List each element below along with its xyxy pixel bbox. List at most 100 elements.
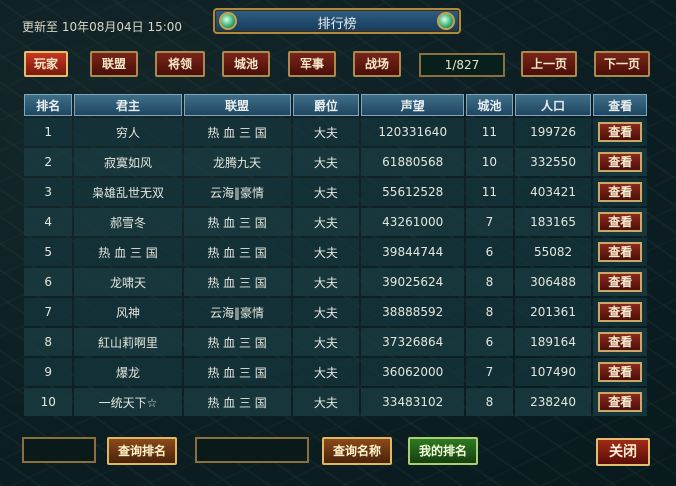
- column-header: 爵位: [292, 94, 360, 116]
- title-cell: 大夫: [292, 208, 360, 236]
- population-cell: 403421: [514, 178, 592, 206]
- column-header: 查看: [593, 94, 647, 116]
- title-cell: 大夫: [292, 268, 360, 296]
- population-cell: 183165: [514, 208, 592, 236]
- my-rank-button[interactable]: 我的排名: [408, 437, 478, 465]
- cities-cell: 8: [466, 268, 513, 296]
- prestige-cell: 38888592: [361, 298, 465, 326]
- population-cell: 238240: [514, 388, 592, 416]
- lord-cell: 紅山莉啊里: [74, 328, 182, 356]
- view-button[interactable]: 查看: [598, 122, 643, 142]
- title-cell: 大夫: [292, 118, 360, 146]
- view-button[interactable]: 查看: [598, 212, 643, 232]
- table-header-row: 排名 君主 联盟 爵位 声望 城池 人口 查看: [24, 94, 647, 116]
- alliance-cell: 热 血 三 国: [183, 208, 291, 236]
- view-cell: 查看: [593, 148, 647, 176]
- rank-cell: 5: [24, 238, 73, 266]
- prestige-cell: 37326864: [361, 328, 465, 356]
- view-button[interactable]: 查看: [598, 182, 643, 202]
- view-cell: 查看: [593, 358, 647, 386]
- view-button[interactable]: 查看: [598, 362, 643, 382]
- prestige-cell: 120331640: [361, 118, 465, 146]
- title-cell: 大夫: [292, 298, 360, 326]
- tab-battlefield[interactable]: 战场: [353, 51, 401, 77]
- view-button[interactable]: 查看: [598, 302, 643, 322]
- prestige-cell: 33483102: [361, 388, 465, 416]
- view-button[interactable]: 查看: [598, 152, 643, 172]
- rank-cell: 2: [24, 148, 73, 176]
- title-cell: 大夫: [292, 328, 360, 356]
- title-bar: 排行榜: [213, 8, 461, 34]
- population-cell: 55082: [514, 238, 592, 266]
- population-cell: 199726: [514, 118, 592, 146]
- update-timestamp: 更新至 10年08月04日 15:00: [22, 20, 183, 34]
- rank-query-input[interactable]: [22, 437, 96, 463]
- population-cell: 306488: [514, 268, 592, 296]
- table-row: 4 郝雪冬 热 血 三 国 大夫 43261000 7 183165 查看: [24, 208, 647, 236]
- next-page-button[interactable]: 下一页: [594, 51, 650, 77]
- page-title: 排行榜: [317, 17, 357, 32]
- table-row: 1 穷人 热 血 三 国 大夫 120331640 11 199726 查看: [24, 118, 647, 146]
- column-header: 君主: [74, 94, 182, 116]
- rank-cell: 3: [24, 178, 73, 206]
- prestige-cell: 39844744: [361, 238, 465, 266]
- prev-page-button[interactable]: 上一页: [521, 51, 577, 77]
- alliance-cell: 热 血 三 国: [183, 268, 291, 296]
- view-button[interactable]: 查看: [598, 272, 643, 292]
- close-button[interactable]: 关闭: [596, 438, 650, 466]
- tab-alliance[interactable]: 联盟: [90, 51, 138, 77]
- name-query-input[interactable]: [195, 437, 309, 463]
- tab-general[interactable]: 将领: [155, 51, 205, 77]
- view-button[interactable]: 查看: [598, 332, 643, 352]
- lord-cell: 爆龙: [74, 358, 182, 386]
- view-cell: 查看: [593, 118, 647, 146]
- page-indicator: 1/827: [419, 53, 505, 77]
- column-header: 城池: [466, 94, 513, 116]
- view-button[interactable]: 查看: [598, 242, 643, 262]
- column-header: 排名: [24, 94, 73, 116]
- lord-cell: 寂寞如风: [74, 148, 182, 176]
- view-cell: 查看: [593, 328, 647, 356]
- query-rank-button[interactable]: 查询排名: [107, 437, 177, 465]
- jade-ornament-icon: [437, 12, 455, 30]
- alliance-cell: 云海‖豪情: [183, 298, 291, 326]
- population-cell: 201361: [514, 298, 592, 326]
- view-cell: 查看: [593, 178, 647, 206]
- lord-cell: 枭雄乱世无双: [74, 178, 182, 206]
- alliance-cell: 热 血 三 国: [183, 118, 291, 146]
- population-cell: 332550: [514, 148, 592, 176]
- lord-cell: 穷人: [74, 118, 182, 146]
- query-name-button[interactable]: 查询名称: [322, 437, 392, 465]
- view-cell: 查看: [593, 388, 647, 416]
- view-button[interactable]: 查看: [598, 392, 643, 412]
- tab-player[interactable]: 玩家: [24, 51, 68, 77]
- title-cell: 大夫: [292, 238, 360, 266]
- cities-cell: 7: [466, 208, 513, 236]
- cities-cell: 8: [466, 298, 513, 326]
- view-cell: 查看: [593, 298, 647, 326]
- prestige-cell: 36062000: [361, 358, 465, 386]
- cities-cell: 11: [466, 118, 513, 146]
- cities-cell: 10: [466, 148, 513, 176]
- view-cell: 查看: [593, 208, 647, 236]
- column-header: 声望: [361, 94, 465, 116]
- table-row: 6 龙啸天 热 血 三 国 大夫 39025624 8 306488 查看: [24, 268, 647, 296]
- cities-cell: 8: [466, 388, 513, 416]
- view-cell: 查看: [593, 238, 647, 266]
- rank-cell: 6: [24, 268, 73, 296]
- view-cell: 查看: [593, 268, 647, 296]
- rank-cell: 7: [24, 298, 73, 326]
- tab-military[interactable]: 军事: [288, 51, 336, 77]
- rank-cell: 8: [24, 328, 73, 356]
- table-row: 8 紅山莉啊里 热 血 三 国 大夫 37326864 6 189164 查看: [24, 328, 647, 356]
- title-cell: 大夫: [292, 358, 360, 386]
- tab-city[interactable]: 城池: [222, 51, 270, 77]
- table-row: 7 风神 云海‖豪情 大夫 38888592 8 201361 查看: [24, 298, 647, 326]
- lord-cell: 一统天下☆: [74, 388, 182, 416]
- population-cell: 107490: [514, 358, 592, 386]
- alliance-cell: 热 血 三 国: [183, 358, 291, 386]
- rank-cell: 9: [24, 358, 73, 386]
- table-row: 2 寂寞如风 龙腾九天 大夫 61880568 10 332550 查看: [24, 148, 647, 176]
- alliance-cell: 热 血 三 国: [183, 328, 291, 356]
- prestige-cell: 43261000: [361, 208, 465, 236]
